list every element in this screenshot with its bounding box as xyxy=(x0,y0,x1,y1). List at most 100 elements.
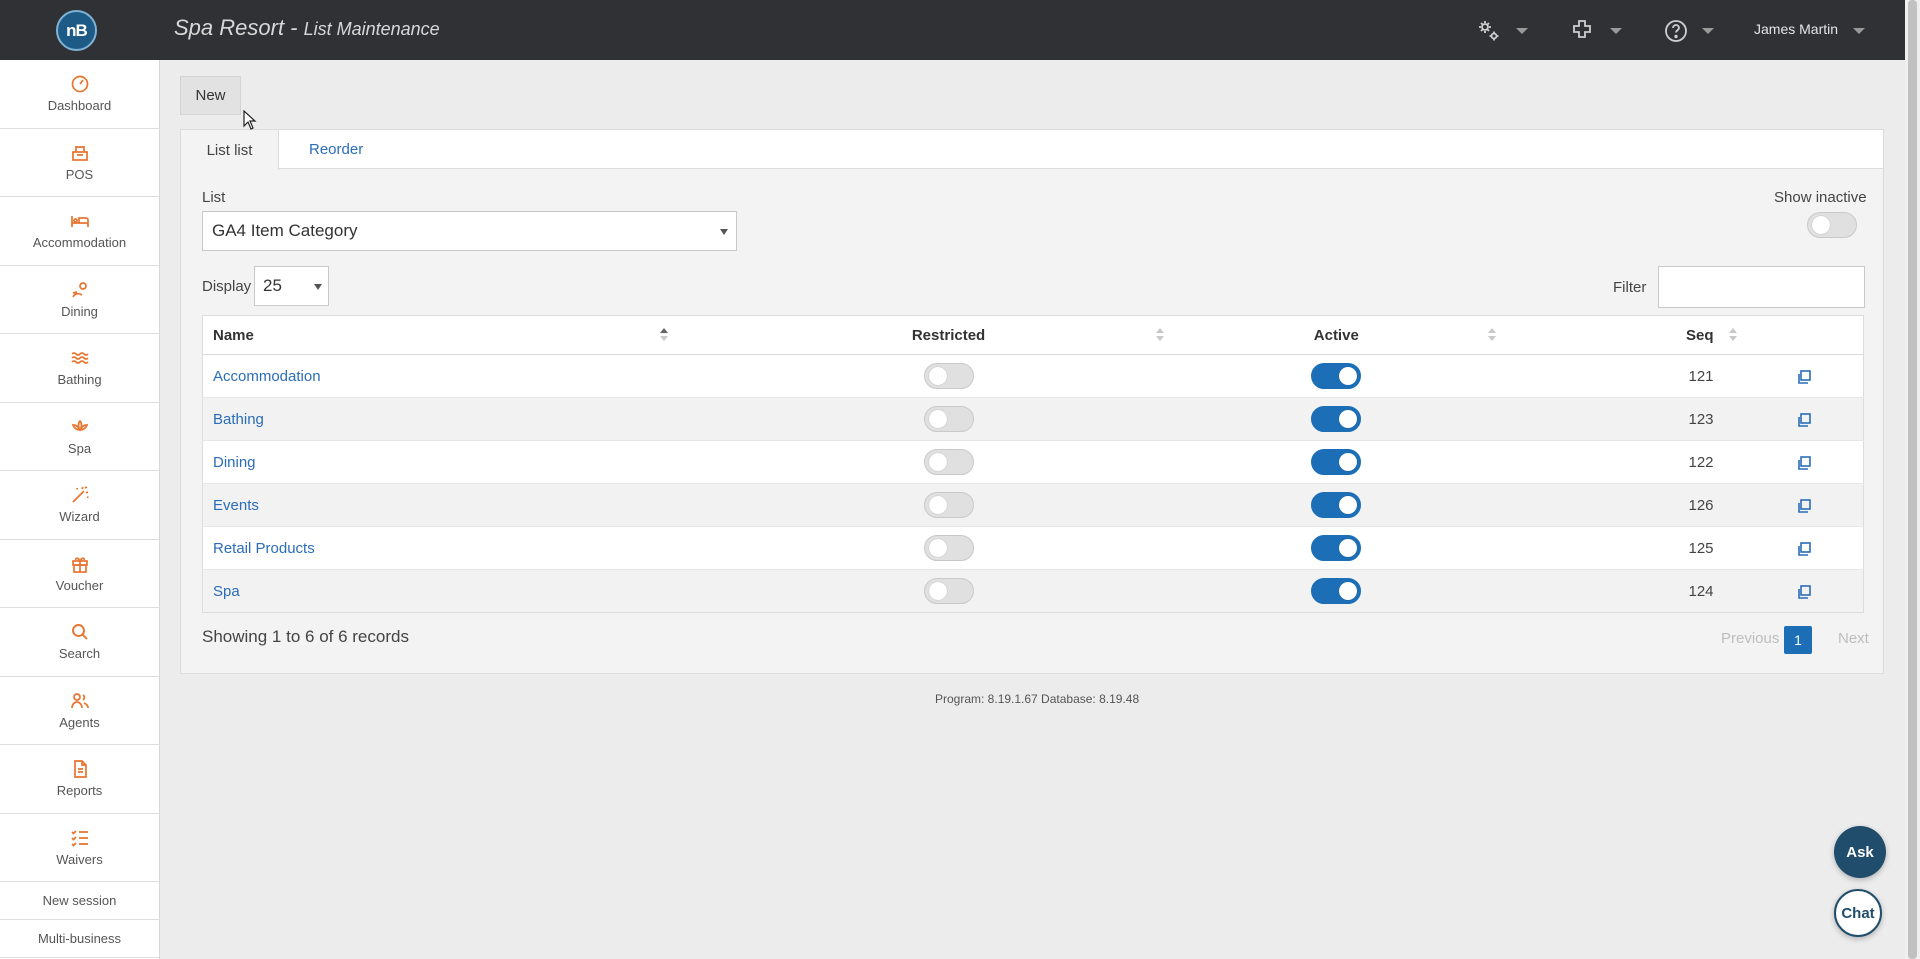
filter-input[interactable] xyxy=(1658,266,1865,308)
cell-restricted xyxy=(726,440,1171,484)
lotus-icon xyxy=(71,419,88,432)
show-inactive-toggle[interactable] xyxy=(1807,212,1857,238)
sidebar-item-agents[interactable]: Agents xyxy=(0,677,159,745)
sidebar-item-label: Wizard xyxy=(59,509,100,525)
sidebar-item-wizard[interactable]: Wizard xyxy=(0,471,159,540)
row-name-link[interactable]: Spa xyxy=(213,583,240,600)
sidebar: Dashboard POS Accommodation Dining Bathi… xyxy=(0,60,160,959)
ask-button[interactable]: Ask xyxy=(1834,826,1886,878)
copy-icon[interactable] xyxy=(1796,584,1812,600)
toggle-knob xyxy=(928,453,947,471)
tab-reorder[interactable]: Reorder xyxy=(309,130,363,169)
restricted-toggle[interactable] xyxy=(923,363,974,389)
user-menu[interactable]: James Martin xyxy=(1754,21,1838,37)
toggle-knob xyxy=(1339,496,1358,514)
toggle-knob xyxy=(1339,410,1358,428)
toggle-knob xyxy=(1339,453,1358,471)
waves-icon xyxy=(70,352,89,365)
settings-caret-icon[interactable] xyxy=(1516,28,1528,34)
active-toggle[interactable] xyxy=(1311,492,1362,518)
records-info: Showing 1 to 6 of 6 records xyxy=(202,627,409,646)
copy-icon[interactable] xyxy=(1796,455,1812,471)
sidebar-item-dashboard[interactable]: Dashboard xyxy=(0,60,159,129)
active-toggle[interactable] xyxy=(1311,535,1362,561)
cell-name: Retail Products xyxy=(202,526,727,570)
tab-bar: List list Reorder xyxy=(181,130,1883,170)
active-toggle[interactable] xyxy=(1311,578,1362,604)
app-title-text: Spa Resort - xyxy=(174,15,304,40)
plugin-caret-icon[interactable] xyxy=(1610,28,1622,34)
column-header-label: Name xyxy=(213,326,254,344)
column-header-restricted[interactable]: Restricted xyxy=(726,315,1171,355)
show-inactive-label: Show inactive xyxy=(1774,189,1867,206)
mouse-cursor-icon xyxy=(243,110,257,130)
scrollbar-thumb[interactable] xyxy=(1908,0,1917,959)
row-name-link[interactable]: Bathing xyxy=(213,411,264,428)
active-toggle[interactable] xyxy=(1311,363,1362,389)
cell-active xyxy=(1170,354,1502,398)
user-caret-icon[interactable] xyxy=(1853,28,1865,34)
active-toggle[interactable] xyxy=(1311,406,1362,432)
filter-label: Filter xyxy=(1613,279,1647,296)
copy-icon[interactable] xyxy=(1796,541,1812,557)
cell-restricted xyxy=(726,483,1171,527)
chat-button[interactable]: Chat xyxy=(1834,889,1882,937)
sidebar-item-spa[interactable]: Spa xyxy=(0,403,159,471)
cell-active xyxy=(1170,569,1502,613)
pagination-previous[interactable]: Previous xyxy=(1721,630,1779,647)
restricted-toggle[interactable] xyxy=(923,406,974,432)
app-subtitle-text: List Maintenance xyxy=(303,19,440,39)
sidebar-item-label: Waivers xyxy=(56,851,103,867)
display-select[interactable]: 25 xyxy=(254,266,329,306)
copy-icon[interactable] xyxy=(1796,369,1812,385)
brand-logo[interactable]: nB xyxy=(56,10,97,51)
settings-gears-icon[interactable] xyxy=(1476,18,1502,44)
copy-icon[interactable] xyxy=(1796,412,1812,428)
row-name-link[interactable]: Accommodation xyxy=(213,368,321,385)
sidebar-item-waivers[interactable]: Waivers xyxy=(0,814,159,882)
sidebar-link-new-session[interactable]: New session xyxy=(0,882,159,920)
cell-restricted xyxy=(726,354,1171,398)
sidebar-item-reports[interactable]: Reports xyxy=(0,745,159,814)
sidebar-item-label: POS xyxy=(65,166,94,182)
sidebar-item-dining[interactable]: Dining xyxy=(0,266,159,334)
cell-actions xyxy=(1755,526,1864,570)
restricted-toggle[interactable] xyxy=(923,535,974,561)
sidebar-item-search[interactable]: Search xyxy=(0,608,159,677)
checklist-icon xyxy=(70,830,88,847)
pagination-page[interactable]: 1 xyxy=(1784,626,1812,654)
sort-icon xyxy=(1728,328,1737,342)
column-header-active[interactable]: Active xyxy=(1170,315,1502,355)
row-name-link[interactable]: Events xyxy=(213,497,259,514)
sidebar-link-multi-business[interactable]: Multi-business xyxy=(0,920,159,958)
cell-actions xyxy=(1755,440,1864,484)
sidebar-item-pos[interactable]: POS xyxy=(0,129,159,197)
cell-name: Bathing xyxy=(202,397,727,441)
copy-icon[interactable] xyxy=(1796,498,1812,514)
list-select[interactable]: GA4 Item Category xyxy=(202,211,737,251)
plugin-icon[interactable] xyxy=(1569,18,1595,44)
tab-list-list[interactable]: List list xyxy=(181,130,279,170)
sort-icon xyxy=(1487,328,1496,342)
scrollbar[interactable] xyxy=(1905,0,1920,959)
table-row: Accommodation 121 xyxy=(202,354,1864,398)
new-button[interactable]: New xyxy=(180,76,241,115)
help-caret-icon[interactable] xyxy=(1702,28,1714,34)
row-name-link[interactable]: Dining xyxy=(213,454,256,471)
restricted-toggle[interactable] xyxy=(923,578,974,604)
sidebar-item-label: Voucher xyxy=(55,577,104,593)
pagination-next[interactable]: Next xyxy=(1838,630,1869,647)
search-icon xyxy=(71,624,88,640)
active-toggle[interactable] xyxy=(1311,449,1362,475)
sidebar-item-accommodation[interactable]: Accommodation xyxy=(0,197,159,266)
restricted-toggle[interactable] xyxy=(923,449,974,475)
help-icon[interactable] xyxy=(1663,18,1689,44)
sidebar-item-bathing[interactable]: Bathing xyxy=(0,334,159,403)
table-row: Bathing 123 xyxy=(202,397,1864,441)
cell-seq: 125 xyxy=(1501,526,1756,570)
sidebar-item-voucher[interactable]: Voucher xyxy=(0,540,159,608)
column-header-seq[interactable]: Seq xyxy=(1501,315,1756,355)
restricted-toggle[interactable] xyxy=(923,492,974,518)
row-name-link[interactable]: Retail Products xyxy=(213,540,315,557)
column-header-name[interactable]: Name xyxy=(202,315,727,355)
